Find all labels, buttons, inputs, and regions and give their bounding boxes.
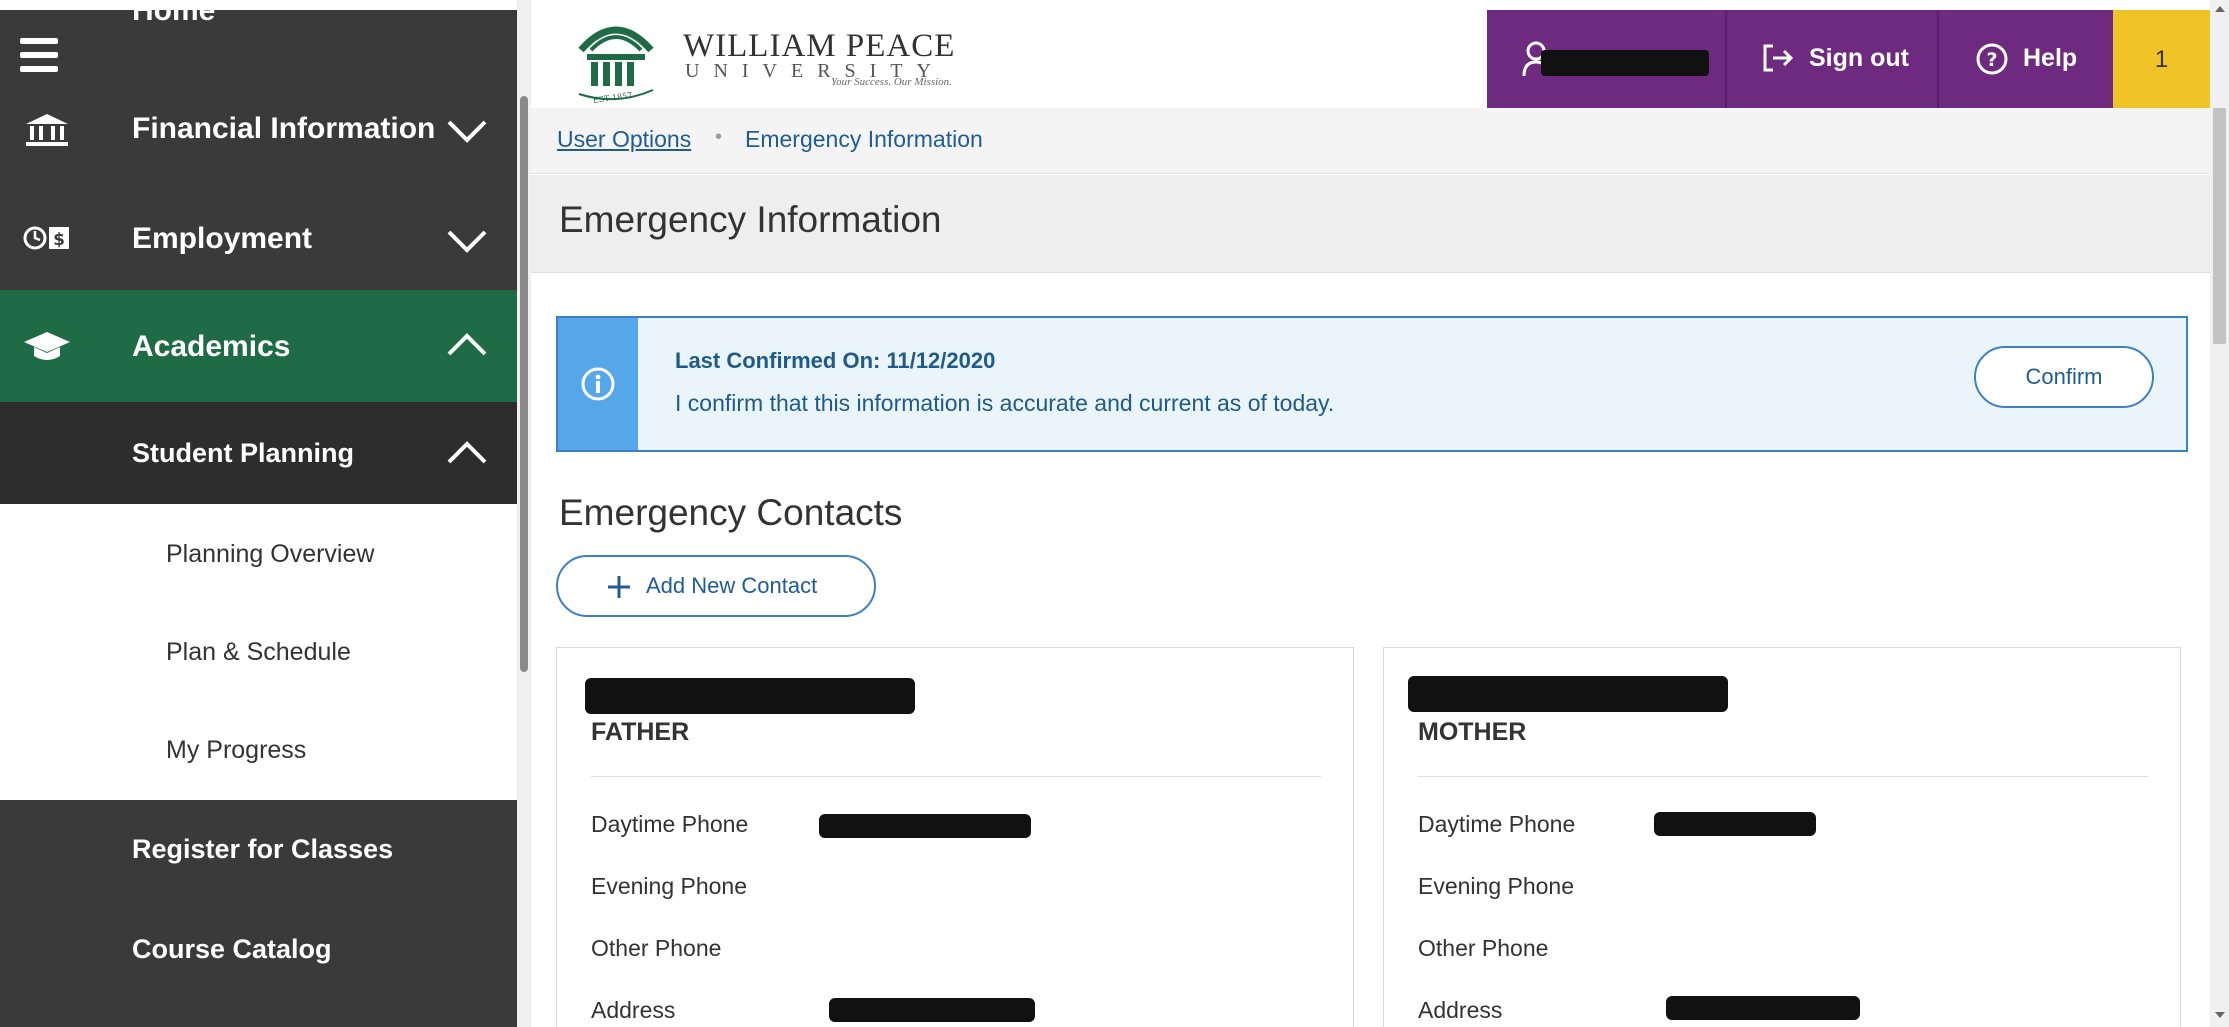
alert-title: Last Confirmed On: 11/12/2020: [675, 348, 996, 373]
sidebar-item-financial-information[interactable]: Financial Information: [0, 80, 517, 190]
chevron-down-icon: [447, 120, 487, 143]
logo-est-text: EST 1857: [592, 91, 632, 105]
svg-text:?: ?: [1986, 49, 1997, 71]
university-seal-logo[interactable]: EST 1857: [571, 10, 661, 108]
other-phone-label: Other Phone: [591, 935, 722, 961]
contact-card[interactable]: FATHER Daytime Phone Evening Phone Other…: [556, 647, 1354, 1027]
graduation-cap-icon: [24, 332, 70, 360]
confirmation-alert: Last Confirmed On: 11/12/2020 I confirm …: [556, 316, 2188, 452]
redacted-contact-name: [585, 678, 915, 714]
redacted-address: [1666, 996, 1860, 1020]
sidebar-item-label: Register for Classes: [132, 834, 394, 864]
page-title: Emergency Information: [559, 199, 942, 240]
notification-count: 1: [2154, 46, 2169, 73]
help-label: Help: [2023, 44, 2078, 72]
clock-money-icon: $: [23, 226, 69, 250]
notifications-button[interactable]: 1: [2113, 10, 2210, 108]
breadcrumb-separator: •: [715, 126, 723, 148]
logo-tagline-text: Your Success. Our Mission.: [831, 76, 952, 88]
evening-phone-label: Evening Phone: [1418, 873, 1575, 899]
address-label: Address: [1418, 997, 1503, 1023]
breadcrumb-current: Emergency Information: [745, 126, 983, 152]
info-icon: [581, 367, 615, 401]
page-title-bar: Emergency Information: [531, 175, 2210, 273]
main-content: Last Confirmed On: 11/12/2020 I confirm …: [531, 274, 2210, 1027]
daytime-phone-label: Daytime Phone: [591, 811, 749, 837]
contact-relationship: MOTHER: [1418, 718, 1527, 746]
breadcrumb: User Options • Emergency Information: [531, 108, 2210, 174]
chevron-up-icon: [447, 441, 487, 464]
help-button[interactable]: ? Help: [1937, 10, 2113, 108]
sidebar-item-register-for-classes[interactable]: Register for Classes: [0, 800, 517, 900]
sidebar-item-home[interactable]: Home: [0, 0, 517, 40]
sidebar-item-employment[interactable]: $ Employment: [0, 190, 517, 290]
sidebar-item-label: Course Catalog: [132, 934, 332, 964]
sidebar-item-student-planning[interactable]: Student Planning: [0, 402, 517, 504]
page-scrollbar-thumb[interactable]: [2213, 108, 2226, 344]
user-menu-button[interactable]: [1487, 10, 1725, 108]
alert-strip: [558, 318, 638, 450]
add-new-contact-button[interactable]: Add New Contact: [556, 555, 876, 617]
help-icon: ?: [1976, 43, 2008, 75]
contact-relationship: FATHER: [591, 718, 690, 746]
other-phone-label: Other Phone: [1418, 935, 1549, 961]
bank-icon: [26, 114, 68, 146]
card-divider: [1418, 776, 2148, 777]
sidebar: Home Financial Information $ Employment: [0, 0, 517, 1027]
scroll-up-arrow-icon[interactable]: [2215, 6, 2225, 12]
breadcrumb-user-options[interactable]: User Options: [557, 126, 691, 153]
sidebar-scrollbar-thumb[interactable]: [520, 96, 528, 672]
sidebar-item-label: Academics: [132, 330, 291, 363]
sidebar-item-label: Home: [132, 0, 216, 27]
page-scrollbar[interactable]: [2210, 0, 2229, 1027]
sidebar-subitem-planning-overview[interactable]: Planning Overview: [166, 540, 374, 569]
sidebar-item-label: Financial Information: [132, 112, 436, 145]
sidebar-subitem-plan-schedule[interactable]: Plan & Schedule: [166, 638, 351, 667]
sidebar-item-label: Student Planning: [132, 438, 354, 468]
sign-out-label: Sign out: [1809, 44, 1909, 72]
svg-text:$: $: [53, 230, 65, 250]
contact-card[interactable]: MOTHER Daytime Phone Evening Phone Other…: [1383, 647, 2181, 1027]
evening-phone-label: Evening Phone: [591, 873, 748, 899]
alert-message: I confirm that this information is accur…: [675, 390, 1335, 416]
plus-icon: [608, 576, 630, 598]
hamburger-menu-icon[interactable]: [14, 38, 62, 78]
redacted-username: [1541, 50, 1709, 76]
redacted-address: [829, 998, 1035, 1022]
daytime-phone-label: Daytime Phone: [1418, 811, 1576, 837]
sidebar-item-course-catalog[interactable]: Course Catalog: [0, 900, 517, 1027]
add-new-contact-label: Add New Contact: [646, 573, 818, 598]
section-title: Emergency Contacts: [559, 492, 903, 533]
sign-out-icon: [1763, 44, 1794, 72]
address-label: Address: [591, 997, 676, 1023]
confirm-button[interactable]: Confirm: [1974, 346, 2154, 408]
student-planning-submenu: Planning Overview Plan & Schedule My Pro…: [0, 504, 517, 800]
chevron-down-icon: [447, 230, 487, 253]
sign-out-button[interactable]: Sign out: [1725, 10, 1937, 108]
sidebar-item-label: Employment: [132, 222, 313, 255]
sidebar-item-academics[interactable]: Academics: [0, 290, 517, 402]
scroll-down-arrow-icon[interactable]: [2215, 1012, 2225, 1018]
card-divider: [591, 776, 1321, 777]
chevron-up-icon: [447, 333, 487, 356]
sidebar-scrollbar[interactable]: [517, 0, 531, 1027]
top-header: EST 1857 WILLIAM PEACE UNIVERSITY Your S…: [531, 0, 2210, 108]
redacted-daytime-phone: [1654, 812, 1816, 836]
sidebar-subitem-my-progress[interactable]: My Progress: [166, 736, 306, 765]
redacted-daytime-phone: [819, 814, 1031, 838]
redacted-contact-name: [1408, 676, 1728, 712]
